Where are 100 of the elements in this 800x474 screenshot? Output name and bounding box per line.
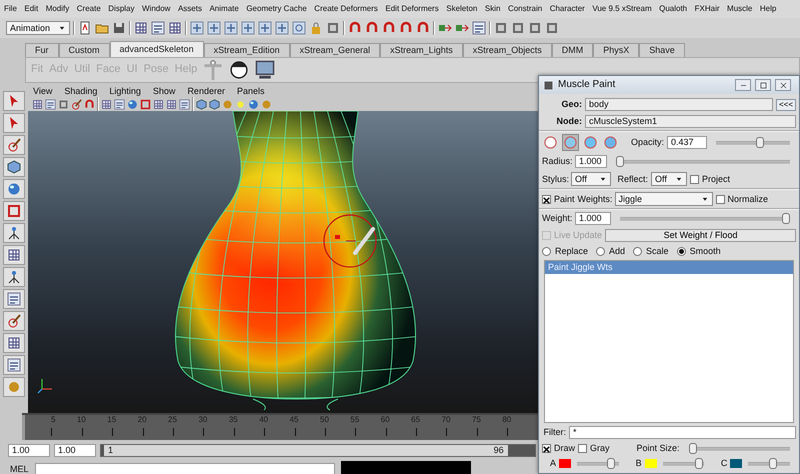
menu-item[interactable]: Geometry Cache bbox=[246, 4, 307, 14]
checkbox[interactable] bbox=[690, 174, 699, 184]
magnet-icon[interactable] bbox=[365, 21, 379, 35]
tool-button[interactable] bbox=[3, 157, 25, 177]
menu-item[interactable]: Edit Deformers bbox=[385, 4, 439, 14]
brush-profile-button[interactable] bbox=[602, 134, 619, 151]
magnet-icon[interactable] bbox=[382, 21, 396, 35]
list-icon[interactable] bbox=[151, 21, 165, 35]
mode-dropdown[interactable]: Animation bbox=[6, 21, 70, 35]
display-toggle-icon[interactable] bbox=[101, 98, 112, 110]
menu-item[interactable]: Vue 9.5 xStream bbox=[592, 4, 652, 14]
command-field[interactable] bbox=[34, 462, 335, 474]
shelf-tab[interactable]: xStream_Lights bbox=[380, 43, 463, 57]
brush-profile-button[interactable] bbox=[562, 134, 579, 151]
menu-item[interactable]: Constrain bbox=[508, 4, 542, 14]
menu-item[interactable]: Create bbox=[76, 4, 101, 14]
menu-item[interactable]: Create Deformers bbox=[314, 4, 378, 14]
geo-field[interactable]: body bbox=[585, 98, 773, 111]
tool-button[interactable] bbox=[3, 245, 25, 265]
menu-item[interactable]: Qualoth bbox=[659, 4, 688, 14]
slider-thumb[interactable] bbox=[695, 458, 704, 469]
panel-menu-item[interactable]: Shading bbox=[64, 86, 98, 96]
slider-thumb[interactable] bbox=[616, 156, 624, 167]
checkbox[interactable] bbox=[578, 444, 588, 453]
menu-item[interactable]: FXHair bbox=[694, 4, 720, 14]
radius-field[interactable]: 1.000 bbox=[575, 155, 607, 168]
shelf-tab[interactable]: xStream_General bbox=[290, 43, 380, 57]
tool-button[interactable] bbox=[3, 311, 25, 331]
shelf-tab[interactable]: DMM bbox=[552, 43, 594, 57]
radio-button[interactable] bbox=[596, 246, 606, 256]
radio-button[interactable] bbox=[633, 246, 642, 256]
shelf-tab[interactable]: Custom bbox=[58, 43, 110, 57]
shelf-tab[interactable]: PhysX bbox=[593, 43, 640, 57]
grid-icon[interactable] bbox=[134, 21, 148, 35]
tool-button[interactable] bbox=[3, 289, 25, 309]
slider-thumb[interactable] bbox=[756, 137, 764, 148]
menu-item[interactable]: Muscle bbox=[727, 4, 752, 14]
display-toggle-icon[interactable] bbox=[127, 98, 138, 110]
tool-button[interactable] bbox=[3, 135, 25, 155]
minimize-button[interactable] bbox=[735, 79, 751, 91]
new-scene-icon[interactable] bbox=[78, 21, 92, 35]
tool-button[interactable] bbox=[3, 113, 25, 133]
maximize-button[interactable] bbox=[755, 79, 771, 91]
current-frame-marker[interactable] bbox=[22, 415, 25, 440]
start-time-field[interactable]: 1.00 bbox=[8, 444, 50, 456]
range-bar[interactable]: 1 96 bbox=[104, 444, 508, 456]
command-language-label[interactable]: MEL bbox=[10, 464, 29, 474]
panel-menu-item[interactable]: Lighting bbox=[109, 86, 141, 96]
weight-field[interactable]: 1.000 bbox=[575, 212, 611, 225]
display-toggle-icon[interactable] bbox=[179, 98, 190, 110]
close-button[interactable] bbox=[775, 79, 791, 91]
menu-item[interactable]: Assets bbox=[178, 4, 202, 14]
tool-button[interactable] bbox=[3, 267, 25, 287]
menu-item[interactable]: Skin bbox=[484, 4, 500, 14]
slider-thumb[interactable] bbox=[688, 443, 697, 454]
slider[interactable] bbox=[620, 213, 790, 224]
brush-profile-button[interactable] bbox=[582, 134, 599, 151]
geo-load-button[interactable]: <<< bbox=[776, 98, 796, 110]
shading-icon[interactable] bbox=[248, 98, 259, 110]
weights-dropdown[interactable]: Jiggle bbox=[614, 192, 713, 206]
range-slider[interactable]: 1 96 bbox=[100, 444, 536, 456]
panel-menu-item[interactable]: View bbox=[33, 86, 52, 96]
color-swatch[interactable] bbox=[559, 459, 571, 468]
shelf-tab[interactable]: Shave bbox=[639, 43, 685, 57]
menu-item[interactable]: Help bbox=[760, 4, 776, 14]
save-icon[interactable] bbox=[112, 21, 126, 35]
display-toggle-icon[interactable] bbox=[153, 98, 164, 110]
t-pose-figure-icon[interactable] bbox=[203, 60, 224, 80]
menu-item[interactable]: Character bbox=[550, 4, 585, 14]
display-toggle-icon[interactable] bbox=[114, 98, 125, 110]
tool-button[interactable] bbox=[3, 201, 25, 221]
panel-menu-item[interactable]: Renderer bbox=[187, 86, 225, 96]
filter-field[interactable]: * bbox=[569, 426, 796, 439]
magnet-icon[interactable] bbox=[399, 21, 413, 35]
display-toggle-icon[interactable] bbox=[166, 98, 177, 110]
shelf-tab[interactable]: advancedSkeleton bbox=[110, 41, 204, 57]
shelf-tab[interactable]: Fur bbox=[25, 43, 58, 57]
slider-thumb[interactable] bbox=[768, 458, 777, 469]
menu-item[interactable]: Edit bbox=[24, 4, 38, 14]
menu-item[interactable]: File bbox=[4, 4, 17, 14]
head-icon[interactable] bbox=[229, 60, 250, 80]
checkbox[interactable] bbox=[716, 194, 725, 204]
color-swatch[interactable] bbox=[644, 459, 657, 468]
menu-item[interactable]: Skeleton bbox=[446, 4, 478, 14]
display-toggle-icon[interactable] bbox=[140, 98, 151, 110]
monitor-icon[interactable] bbox=[255, 60, 276, 80]
node-field[interactable]: cMuscleSystem1 bbox=[585, 115, 796, 128]
radio-button[interactable] bbox=[676, 246, 686, 256]
current-time-field[interactable]: 1.00 bbox=[54, 444, 96, 456]
panel-menu-item[interactable]: Panels bbox=[236, 86, 264, 96]
stylus-dropdown[interactable]: Off bbox=[571, 172, 611, 186]
radio-button[interactable] bbox=[542, 246, 551, 256]
brush-profile-button[interactable] bbox=[542, 134, 559, 151]
checkbox[interactable] bbox=[542, 444, 551, 453]
lock-icon[interactable] bbox=[309, 21, 323, 35]
menu-item[interactable]: Window bbox=[142, 4, 170, 14]
slider-thumb[interactable] bbox=[606, 458, 615, 469]
tool-button[interactable] bbox=[3, 333, 25, 353]
menu-item[interactable]: Modify bbox=[46, 4, 70, 14]
shelf-tab[interactable]: xStream_Objects bbox=[462, 43, 552, 57]
